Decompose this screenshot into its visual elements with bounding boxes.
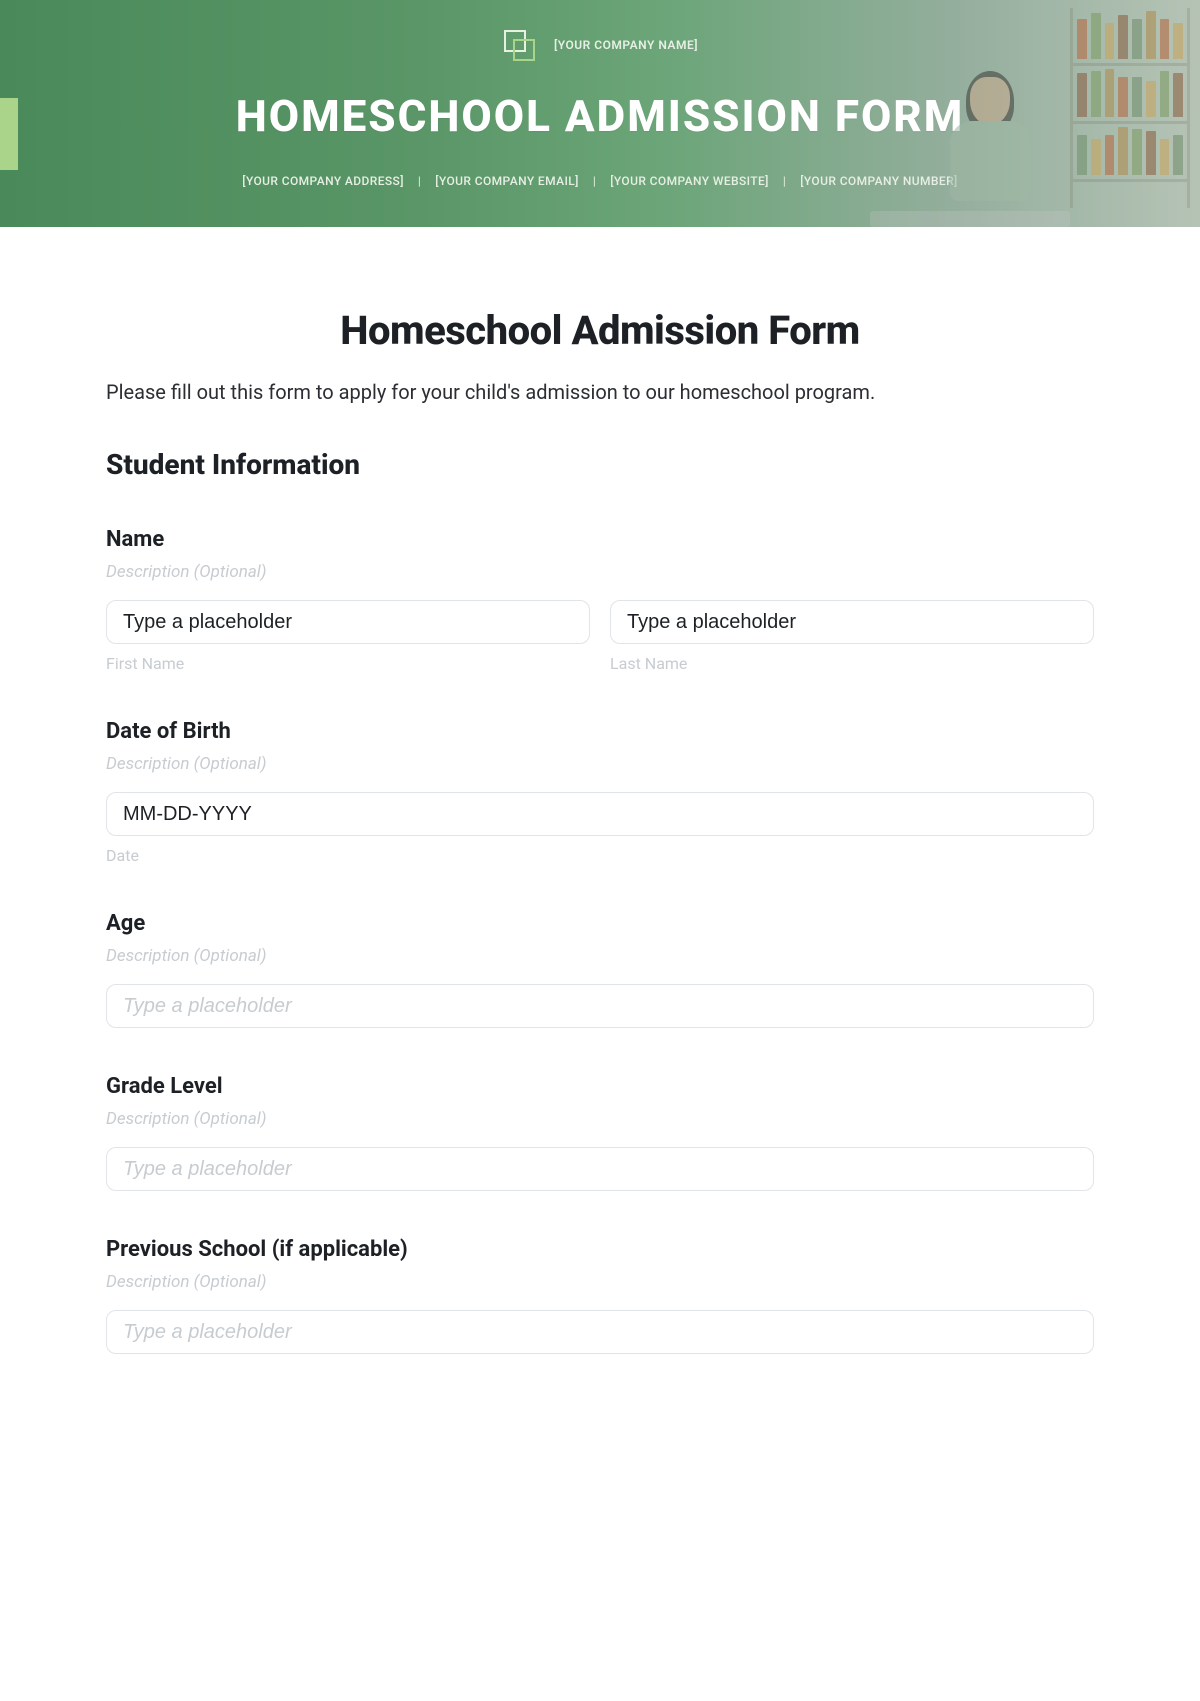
field-label-age: Age [106, 911, 1094, 936]
field-grade: Grade Level Description (Optional) [106, 1074, 1094, 1191]
hero-accent-bar [0, 98, 18, 170]
first-name-sublabel: First Name [106, 654, 590, 673]
dob-input[interactable] [106, 792, 1094, 836]
field-label-name: Name [106, 527, 1094, 552]
hero-logo-row: [YOUR COMPANY NAME] [0, 0, 1200, 62]
section-student-information: Student Information [106, 448, 1094, 481]
last-name-input[interactable] [610, 600, 1094, 644]
meta-separator: | [593, 174, 596, 188]
field-label-dob: Date of Birth [106, 719, 1094, 744]
company-name: [YOUR COMPANY NAME] [554, 38, 698, 52]
field-desc-previous-school: Description (Optional) [106, 1272, 1094, 1292]
field-label-grade: Grade Level [106, 1074, 1094, 1099]
grade-level-input[interactable] [106, 1147, 1094, 1191]
company-website: [YOUR COMPANY WEBSITE] [610, 174, 769, 188]
hero-banner: [YOUR COMPANY NAME] HOMESCHOOL ADMISSION… [0, 0, 1200, 227]
field-desc-age: Description (Optional) [106, 946, 1094, 966]
company-number: [YOUR COMPANY NUMBER] [800, 174, 957, 188]
dob-sublabel: Date [106, 846, 1094, 865]
meta-separator: | [418, 174, 421, 188]
page-title: Homeschool Admission Form [106, 307, 1094, 354]
field-age: Age Description (Optional) [106, 911, 1094, 1028]
age-input[interactable] [106, 984, 1094, 1028]
company-address: [YOUR COMPANY ADDRESS] [242, 174, 404, 188]
meta-separator: | [783, 174, 786, 188]
field-name: Name Description (Optional) First Name L… [106, 527, 1094, 673]
field-desc-dob: Description (Optional) [106, 754, 1094, 774]
field-desc-name: Description (Optional) [106, 562, 1094, 582]
previous-school-input[interactable] [106, 1310, 1094, 1354]
field-label-previous-school: Previous School (if applicable) [106, 1237, 1094, 1262]
company-logo-icon [502, 28, 536, 62]
field-dob: Date of Birth Description (Optional) Dat… [106, 719, 1094, 865]
field-previous-school: Previous School (if applicable) Descript… [106, 1237, 1094, 1354]
last-name-sublabel: Last Name [610, 654, 1094, 673]
company-email: [YOUR COMPANY EMAIL] [435, 174, 579, 188]
form-content: Homeschool Admission Form Please fill ou… [0, 227, 1200, 1394]
hero-meta-row: [YOUR COMPANY ADDRESS] | [YOUR COMPANY E… [0, 174, 1200, 188]
first-name-input[interactable] [106, 600, 590, 644]
field-desc-grade: Description (Optional) [106, 1109, 1094, 1129]
page-intro: Please fill out this form to apply for y… [106, 380, 1094, 404]
hero-title: HOMESCHOOL ADMISSION FORM [0, 90, 1200, 142]
